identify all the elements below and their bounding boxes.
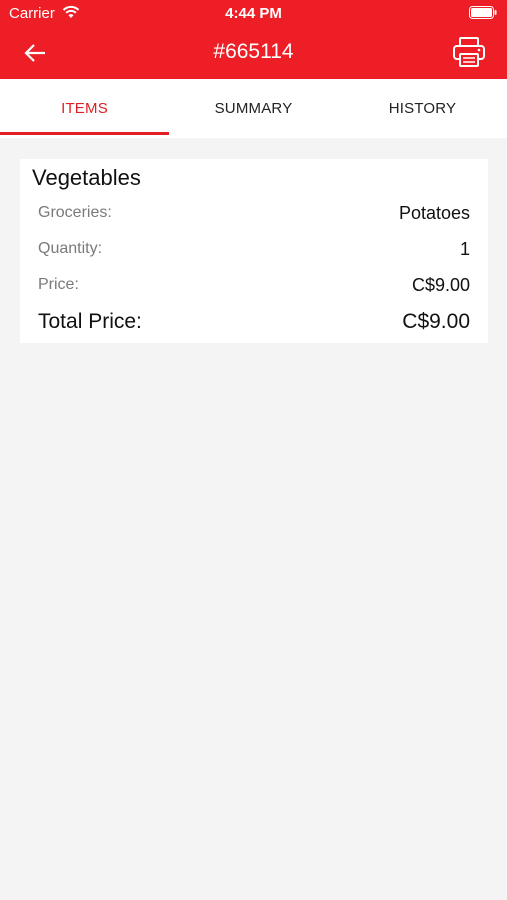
order-number-title: #665114 [213,40,294,63]
groceries-label: Groceries: [38,204,112,221]
price-label: Price: [38,276,79,293]
nav-bar: #665114 [0,28,507,79]
groceries-value: Potatoes [398,203,470,223]
quantity-value: 1 [459,239,470,259]
quantity-label: Quantity: [38,240,103,257]
total-price-label: Total Price: [38,310,142,333]
item-card: Vegetables Groceries: Potatoes Quantity:… [20,159,488,343]
tab-summary[interactable]: SUMMARY [169,79,338,138]
status-bar: Carrier 4:44 PM [0,0,507,28]
total-price-value: C$9.00 [402,310,470,333]
app-header: Carrier 4:44 PM #665114 [0,0,507,79]
active-tab-indicator [0,132,169,135]
tab-items[interactable]: ITEMS [0,79,169,138]
tab-history[interactable]: HISTORY [338,79,507,138]
printer-icon [453,37,485,67]
status-time: 4:44 PM [225,5,282,22]
battery-icon [469,6,497,19]
price-value: C$9.00 [411,275,470,295]
item-category-title: Vegetables [32,165,141,190]
print-button[interactable] [451,36,487,68]
tab-bar: ITEMS SUMMARY HISTORY [0,79,507,138]
